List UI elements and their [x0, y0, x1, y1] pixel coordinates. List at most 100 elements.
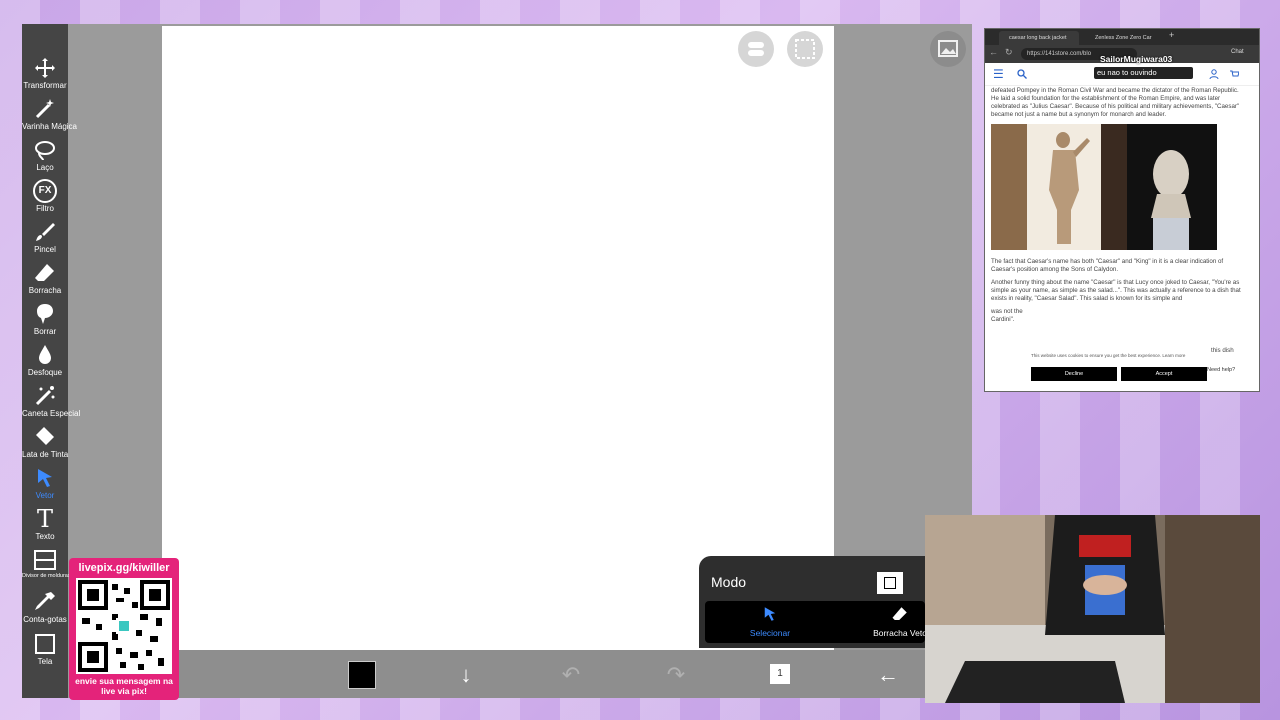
user-icon[interactable] [1209, 69, 1219, 79]
magic-wand-icon [35, 99, 54, 119]
tool-vetor[interactable]: Vetor [22, 466, 68, 500]
mode-panel: Modo Selecionar Borracha Veto [699, 556, 925, 648]
canvas-icon [35, 634, 55, 654]
tool-label: Texto [35, 532, 55, 541]
browser-tab-strip: caesar long back jacket Zenless Zone Zer… [985, 29, 1259, 45]
livepix-message: envie sua mensagem na live via pix! [75, 676, 173, 696]
tool-label: Varinha Mágica [22, 122, 77, 131]
frame-divider-icon [34, 550, 56, 570]
mode-eraser-label: Borracha Veto [873, 628, 925, 638]
tool-label: Caneta Especial [22, 409, 81, 418]
qr-code-graphic [78, 580, 170, 672]
eyedropper-icon [35, 592, 55, 610]
accept-button[interactable]: Accept [1121, 367, 1207, 381]
tool-label: Conta-gotas [23, 615, 67, 624]
livepix-url: livepix.gg/kiwiller [78, 562, 170, 574]
caesar-statue-image [991, 124, 1245, 250]
toggle-button[interactable] [738, 31, 774, 67]
tool-label: Borrar [33, 327, 57, 336]
webcam-feed [925, 515, 1260, 703]
paint-bucket-icon [36, 427, 54, 445]
new-tab-icon[interactable]: + [1169, 30, 1174, 40]
blur-drop-icon [39, 345, 51, 364]
vector-arrow-icon [38, 469, 52, 487]
cookie-banner: This website uses cookies to ensure you … [1029, 347, 1209, 387]
tool-texto[interactable]: T Texto [22, 507, 68, 541]
mode-select[interactable]: Selecionar [735, 605, 805, 638]
article-paragraph: The fact that Caesar's name has both "Ca… [991, 258, 1224, 273]
search-icon[interactable] [1017, 69, 1027, 79]
refresh-icon[interactable]: ↻ [1005, 47, 1013, 58]
need-help-button[interactable]: Need help? [1207, 367, 1235, 373]
article-fragment: this dish [1211, 347, 1234, 354]
mode-options: Selecionar Borracha Veto [705, 601, 925, 643]
eraser-icon [35, 264, 54, 281]
article-paragraph: was not the [991, 308, 1023, 315]
dashed-selection-icon [795, 39, 815, 59]
tool-filtro[interactable]: FX Filtro [22, 179, 68, 213]
chat-message: eu nao to ouvindo [1094, 67, 1193, 79]
statue-figure [1049, 132, 1090, 244]
tool-borracha[interactable]: Borracha [22, 261, 68, 295]
mode-title: Modo [711, 574, 747, 590]
download-icon[interactable]: ↓ [453, 662, 479, 688]
browser-tab[interactable]: Zenless Zone Zero Car [1085, 31, 1165, 45]
laptop-image [945, 661, 1125, 703]
mode-eraser[interactable]: Borracha Veto [865, 605, 925, 638]
tool-lata-de-tinta[interactable]: Lata de Tinta [22, 425, 68, 459]
brush-icon [36, 223, 55, 241]
browser-tab[interactable]: caesar long back jacket [999, 31, 1079, 45]
tool-label: Filtro [36, 204, 54, 213]
back-arrow-icon[interactable]: ← [875, 662, 901, 688]
tool-pincel[interactable]: Pincel [22, 220, 68, 254]
move-icon [35, 58, 55, 78]
tool-divisor-de-molduras[interactable]: Divisor de molduras [22, 548, 71, 579]
tool-varinha-magica[interactable]: Varinha Mágica [22, 97, 77, 131]
chat-username: SailorMugiwara03 [1100, 54, 1173, 64]
article-content: defeated Pompey in the Roman Civil War a… [991, 87, 1245, 329]
browser-window: caesar long back jacket Zenless Zone Zer… [984, 28, 1260, 392]
article-paragraph: defeated Pompey in the Roman Civil War a… [991, 87, 1240, 118]
image-icon [938, 40, 958, 57]
smudge-icon [37, 304, 53, 324]
cart-icon[interactable] [1229, 69, 1239, 79]
decline-button[interactable]: Decline [1031, 367, 1117, 381]
tool-desfoque[interactable]: Desfoque [22, 343, 68, 377]
qr-code [76, 578, 172, 674]
tool-label: Desfoque [27, 368, 63, 377]
mode-checkbox[interactable] [877, 572, 903, 594]
toggle-icon [748, 42, 764, 56]
learn-more-link[interactable]: Learn more [1162, 353, 1185, 358]
tool-conta-gotas[interactable]: Conta-gotas [22, 590, 68, 624]
bottom-bar: ↓ ↶ ↷ 1 ← [178, 650, 972, 698]
tool-sidebar: Transformar Varinha Mágica Laço FX Filtr… [22, 24, 81, 698]
tool-label: Vetor [35, 491, 55, 500]
article-paragraph: Cardini". [991, 316, 1015, 323]
tool-label: Divisor de molduras [22, 573, 71, 579]
tool-label: Laço [36, 163, 54, 172]
back-icon[interactable]: ← [989, 47, 998, 57]
fx-icon: FX [33, 179, 57, 203]
cursor-icon [764, 607, 776, 621]
tool-tela[interactable]: Tela [22, 632, 68, 666]
lasso-icon [35, 141, 55, 161]
tool-label: Transformar [23, 81, 67, 90]
color-swatch[interactable] [348, 661, 376, 689]
menu-icon[interactable]: ☰ [993, 67, 1004, 81]
selection-button[interactable] [787, 31, 823, 67]
tool-label: Pincel [34, 245, 56, 254]
tool-transformar[interactable]: Transformar [22, 56, 68, 90]
vector-eraser-icon [892, 607, 907, 620]
text-icon: T [36, 505, 53, 533]
undo-icon[interactable]: ↶ [558, 662, 584, 688]
tool-laco[interactable]: Laço [22, 138, 68, 172]
article-paragraph: Another funny thing about the name "Caes… [991, 279, 1241, 302]
layers-button[interactable]: 1 [770, 664, 790, 684]
tool-label: Tela [37, 657, 53, 666]
redo-icon[interactable]: ↷ [663, 662, 689, 688]
cookie-text: This website uses cookies to ensure you … [1031, 353, 1186, 358]
reference-image-button[interactable] [930, 31, 966, 67]
chat-button[interactable]: Chat [1231, 49, 1244, 55]
tool-borrar[interactable]: Borrar [22, 302, 68, 336]
tool-caneta-especial[interactable]: Caneta Especial [22, 384, 81, 418]
